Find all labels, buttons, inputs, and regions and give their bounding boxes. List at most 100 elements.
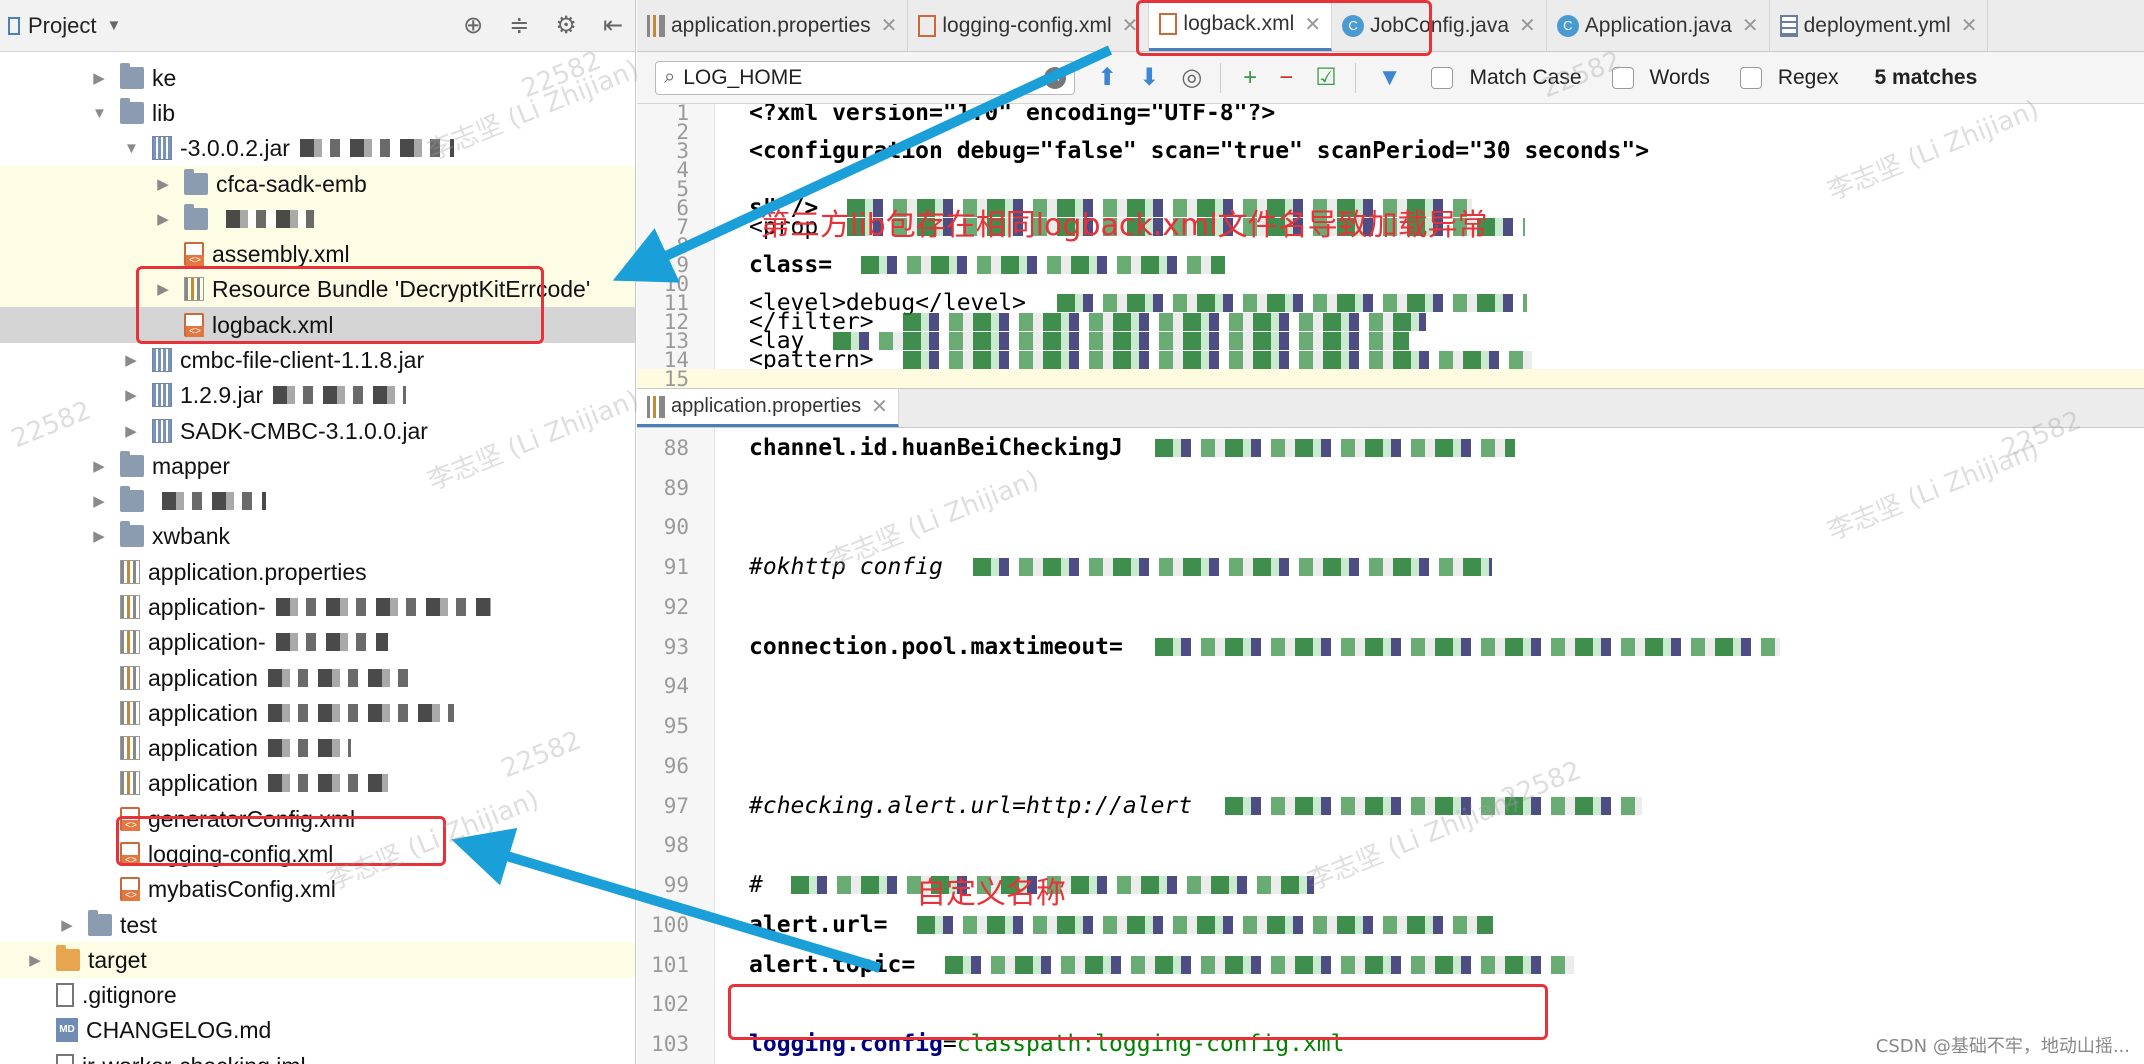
chevron-right-icon[interactable]: ▶ [92,527,106,545]
close-icon[interactable]: ✕ [1122,13,1139,38]
code-line[interactable]: 15 [637,367,2144,388]
code-line[interactable]: 102 [637,985,2144,1025]
tab-application-properties[interactable]: application.properties ✕ [637,0,909,51]
tab-deployment-yml[interactable]: deployment.yml ✕ [1770,0,1989,51]
tree-item[interactable]: application [0,660,635,696]
tree-item[interactable]: ▶ [0,483,635,519]
tree-item[interactable]: ir-worker-checking.iml [0,1048,635,1064]
chevron-right-icon[interactable]: ▶ [156,280,170,298]
chevron-right-icon[interactable]: ▶ [124,351,138,369]
code-line[interactable]: 4 [637,158,2144,182]
code-line[interactable]: 93 connection.pool.maxtimeout= [637,627,2144,667]
previous-match-icon[interactable]: ⬆ [1097,63,1117,92]
code-line[interactable]: 90 [637,508,2144,548]
checkbox-box[interactable] [1611,66,1634,89]
add-occurrence-icon[interactable]: + [1243,64,1257,92]
code-editor-properties[interactable]: 88 channel.id.huanBeiCheckingJ 89 90 91 #okht… [637,428,2144,1064]
project-title[interactable]: Project [28,13,96,39]
filter-icon[interactable]: ▼ [1378,64,1402,92]
tree-item[interactable]: application- [0,589,635,625]
close-icon[interactable]: ✕ [1742,13,1759,38]
find-all-icon[interactable]: ◎ [1181,63,1202,92]
close-icon[interactable]: ✕ [1961,13,1978,38]
remove-occurrence-icon[interactable]: − [1279,64,1293,92]
tab-application-properties-split[interactable]: application.properties ✕ [637,389,899,427]
code-line[interactable]: 92 [637,587,2144,627]
code-line[interactable]: 98 [637,826,2144,866]
tree-item[interactable]: ▶ target [0,942,635,978]
chevron-right-icon[interactable]: ▶ [92,457,106,475]
code-line[interactable]: 95 [637,706,2144,746]
code-line[interactable]: 3 <configuration debug="false" scan="true… [637,138,2144,164]
code-line[interactable]: 12 </filter> [637,309,2144,335]
tree-item[interactable]: generatorConfig.xml [0,801,635,837]
code-line[interactable]: 101 alert.topic= [637,945,2144,985]
tab-application-java[interactable]: C Application.java ✕ [1547,0,1770,51]
code-line[interactable]: 89 [637,468,2144,508]
regex-checkbox[interactable]: Regex [1739,66,1839,90]
tree-item[interactable]: ▶ Resource Bundle 'DecryptKitErrcode' [0,271,635,307]
close-icon[interactable]: ✕ [871,394,888,419]
code-line[interactable]: 100 alert.url= [637,905,2144,945]
chevron-right-icon[interactable]: ▶ [156,175,170,193]
hide-panel-icon[interactable]: ⇤ [603,11,623,40]
chevron-right-icon[interactable]: ▶ [92,492,106,510]
tree-item[interactable]: .gitignore [0,977,635,1013]
clear-search-icon[interactable]: ✕ [1044,66,1066,89]
tree-item[interactable]: ▼ -3.0.0.2.jar [0,130,635,166]
code-line[interactable]: 94 [637,667,2144,707]
close-icon[interactable]: ✕ [1519,13,1536,38]
tree-item[interactable]: application- [0,624,635,660]
code-line[interactable]: 91 #okhttp config [637,547,2144,587]
close-icon[interactable]: ✕ [1304,12,1321,37]
code-line[interactable]: 5 [637,177,2144,201]
tree-item[interactable]: ▶ xwbank [0,518,635,554]
chevron-right-icon[interactable]: ▶ [156,210,170,228]
tree-item[interactable]: logging-config.xml [0,836,635,872]
gear-icon[interactable]: ⚙ [555,11,577,40]
chevron-right-icon[interactable]: ▶ [28,951,42,969]
select-all-occurrences-icon[interactable]: ☑ [1315,63,1337,92]
next-match-icon[interactable]: ⬇ [1139,63,1159,92]
tree-item[interactable]: ▶ [0,201,635,237]
tree-item[interactable]: ▶ cfca-sadk-emb [0,166,635,202]
checkbox-box[interactable] [1431,66,1454,89]
code-line[interactable]: 14 <pattern> [637,347,2144,373]
chevron-down-icon[interactable]: ▼ [92,105,107,122]
tree-item[interactable]: logback.xml [0,307,635,343]
checkbox-box[interactable] [1739,66,1762,89]
code-line[interactable]: 97 #checking.alert.url=http://alert [637,786,2144,826]
chevron-down-icon[interactable]: ▼ [124,140,139,157]
code-line[interactable]: 96 [637,746,2144,786]
tree-item[interactable]: ▶ cmbc-file-client-1.1.8.jar [0,342,635,378]
locate-icon[interactable]: ⊕ [463,11,483,40]
chevron-right-icon[interactable]: ▶ [124,386,138,404]
code-line[interactable]: 99 # [637,865,2144,905]
collapse-icon[interactable]: ≑ [509,11,529,40]
tree-item[interactable]: application [0,765,635,801]
tree-item[interactable]: application [0,730,635,766]
tree-item[interactable]: ▶ 1.2.9.jar [0,377,635,413]
code-line[interactable]: 9 class= [637,252,2144,278]
code-line[interactable]: 88 channel.id.huanBeiCheckingJ [637,428,2144,468]
chevron-right-icon[interactable]: ▶ [124,422,138,440]
tab-logback-xml[interactable]: logback.xml ✕ [1149,0,1333,51]
chevron-down-icon[interactable]: ▼ [106,17,121,34]
tab-jobconfig-java[interactable]: C JobConfig.java ✕ [1332,0,1547,51]
match-case-checkbox[interactable]: Match Case [1431,66,1582,90]
tree-item[interactable]: application [0,695,635,731]
tree-item[interactable]: ▶ test [0,907,635,943]
tree-item[interactable]: ▶ ke [0,60,635,96]
close-icon[interactable]: ✕ [881,13,898,38]
tree-item[interactable]: mybatisConfig.xml [0,871,635,907]
code-editor-logback[interactable]: 1 <?xml version="1.0" encoding="UTF-8"?> 2… [637,104,2144,388]
chevron-right-icon[interactable]: ▶ [92,69,106,87]
tree-item[interactable]: ▼ lib [0,95,635,131]
code-line[interactable]: 1 <?xml version="1.0" encoding="UTF-8"?> [637,104,2144,126]
tree-item[interactable]: ▶ mapper [0,448,635,484]
tree-item[interactable]: ▶ SADK-CMBC-3.1.0.0.jar [0,413,635,449]
search-input[interactable]: ⌕ LOG_HOME ✕ [655,60,1075,95]
tree-item[interactable]: CHANGELOG.md [0,1012,635,1048]
tree-item[interactable]: assembly.xml [0,236,635,272]
words-checkbox[interactable]: Words [1611,66,1710,90]
